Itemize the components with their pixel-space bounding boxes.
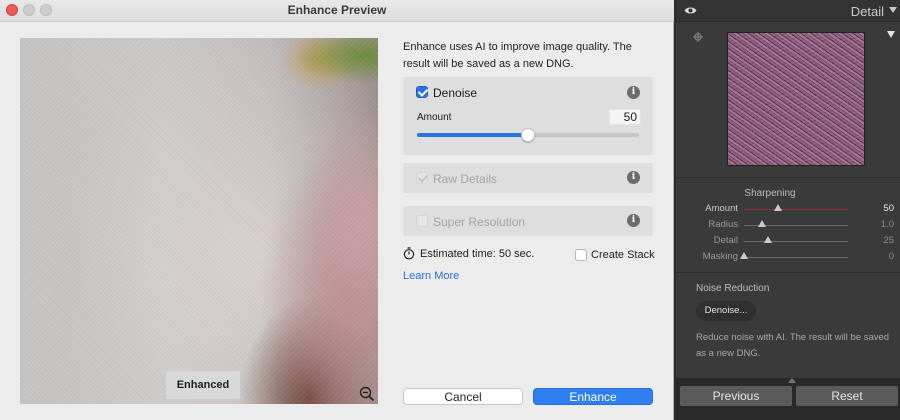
noise-reduction-description: Reduce noise with AI. The result will be… (696, 332, 890, 359)
intro-text: Enhance uses AI to improve image quality… (403, 41, 632, 70)
divider (676, 177, 900, 178)
divider (676, 272, 900, 273)
amount-slider-thumb[interactable] (521, 128, 535, 142)
image-preview[interactable]: Enhanced (20, 38, 378, 404)
raw-details-label: Raw Details (433, 172, 498, 186)
slider-value[interactable]: 1.0 (881, 219, 894, 230)
slider-value[interactable]: 0 (889, 251, 894, 262)
sharpening-title: Sharpening (744, 188, 796, 199)
slider-label: Detail (713, 235, 738, 246)
zoom-out-icon[interactable] (359, 386, 375, 402)
eye-icon[interactable] (684, 6, 697, 15)
stopwatch-icon (403, 247, 415, 260)
amount-slider[interactable] (417, 128, 639, 142)
amount-value-field[interactable]: 50 (609, 109, 641, 125)
dialog-title: Enhance Preview (287, 3, 387, 17)
panel-footer: Previous Reset (676, 378, 900, 420)
reset-button[interactable]: Reset (796, 386, 898, 406)
slider-label: Masking (702, 251, 738, 262)
denoise-label: Denoise (433, 86, 478, 100)
super-resolution-checkbox[interactable] (416, 215, 428, 227)
target-adjust-icon[interactable] (693, 32, 703, 42)
slider-track[interactable] (744, 241, 848, 242)
detail-panel: Detail Sharpening Amount 50 Radius 1.0 D… (676, 0, 900, 420)
enhance-button[interactable]: Enhance (533, 388, 653, 405)
learn-more-link[interactable]: Learn More (403, 270, 459, 282)
create-stack-checkbox[interactable] (575, 249, 587, 261)
previous-button[interactable]: Previous (680, 386, 792, 406)
denoise-panel: Denoise i Amount 50 (403, 77, 653, 155)
create-stack-label[interactable]: Create Stack (591, 249, 655, 261)
slider-track[interactable] (744, 257, 848, 258)
cancel-button[interactable]: Cancel (403, 388, 523, 405)
raw-details-info-icon[interactable]: i (627, 171, 640, 184)
sharpening-masking-slider[interactable]: Masking 0 (676, 251, 900, 265)
enhance-preview-dialog: Enhance Preview Enhanced Enhance uses AI… (0, 0, 674, 420)
sharpening-amount-slider[interactable]: Amount 50 (676, 203, 900, 217)
estimated-time: Estimated time: 50 sec. (420, 248, 535, 260)
before-after-toggle[interactable]: Enhanced (166, 371, 240, 399)
slider-label: Radius (708, 219, 738, 230)
footer-expand-icon[interactable] (788, 378, 796, 383)
slider-thumb[interactable] (740, 252, 748, 259)
super-resolution-label: Super Resolution (433, 215, 526, 229)
slider-track[interactable] (744, 209, 848, 210)
denoise-button[interactable]: Denoise... (696, 301, 756, 321)
raw-details-checkbox[interactable] (416, 172, 428, 184)
slider-thumb[interactable] (774, 204, 783, 211)
title-bar: Enhance Preview (0, 0, 674, 22)
slider-value[interactable]: 25 (883, 235, 894, 246)
panel-collapse-icon[interactable] (889, 7, 897, 13)
denoise-checkbox[interactable] (416, 86, 428, 98)
sharpening-radius-slider[interactable]: Radius 1.0 (676, 219, 900, 233)
raw-details-panel: Raw Details i (403, 163, 653, 193)
detail-panel-header[interactable]: Detail (676, 0, 900, 22)
preview-texture (20, 38, 378, 404)
amount-slider-fill (417, 133, 528, 137)
slider-thumb[interactable] (757, 220, 766, 227)
noise-reduction-title: Noise Reduction (696, 283, 770, 294)
detail-panel-title: Detail (850, 4, 884, 19)
sharpening-detail-slider[interactable]: Detail 25 (676, 235, 900, 249)
slider-label: Amount (705, 203, 738, 214)
super-resolution-info-icon[interactable]: i (627, 214, 640, 227)
detail-zoom-preview[interactable] (727, 32, 865, 166)
slider-value[interactable]: 50 (883, 203, 894, 214)
amount-label: Amount (417, 112, 452, 123)
denoise-info-icon[interactable]: i (627, 86, 640, 99)
super-resolution-panel: Super Resolution i (403, 206, 653, 236)
slider-thumb[interactable] (763, 236, 772, 243)
detail-preview-toggle-icon[interactable] (887, 31, 895, 38)
